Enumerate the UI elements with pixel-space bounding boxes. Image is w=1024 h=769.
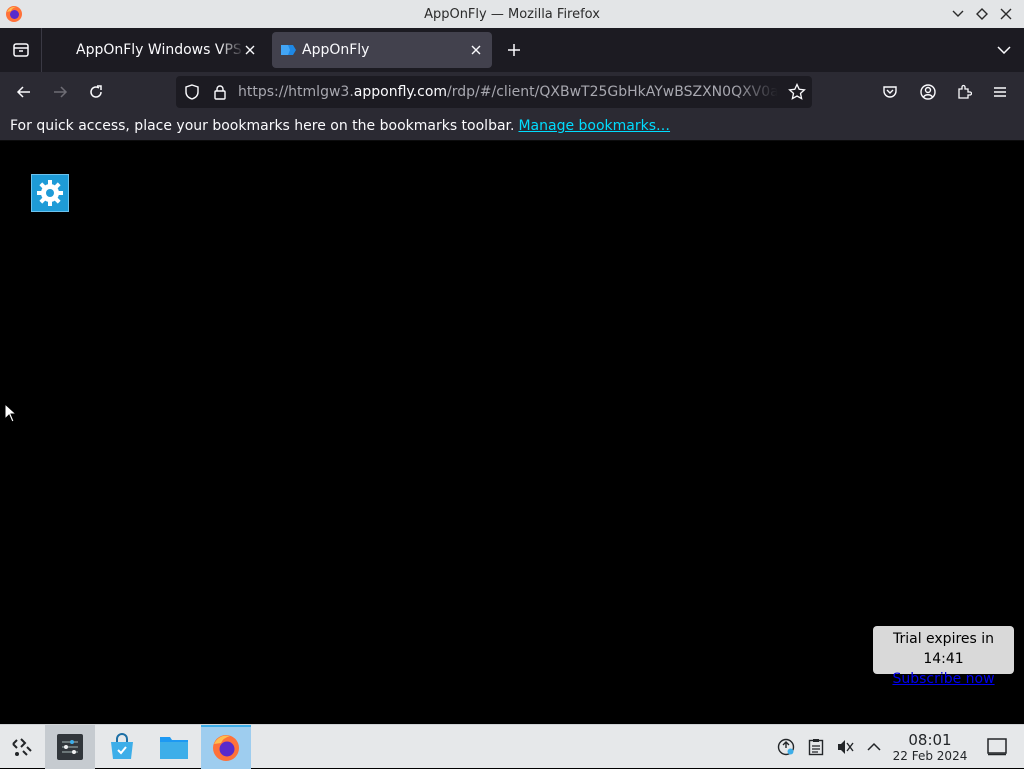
url-suffix: /rdp/#/client/QXBwT25GbHkAYwBSZXN0QXV0a	[447, 84, 778, 100]
chevron-up-icon	[867, 742, 881, 751]
plus-icon	[508, 44, 520, 56]
remote-desktop-canvas[interactable]: Trial expires in 14:41 Subscribe now	[0, 141, 1024, 724]
list-all-tabs-button[interactable]	[992, 40, 1016, 60]
back-arrow-icon	[16, 86, 30, 98]
firefox-view-icon	[12, 43, 29, 57]
back-button[interactable]	[10, 78, 38, 106]
account-button[interactable]	[914, 78, 942, 106]
desktop-taskbar: 08:01 22 Feb 2024	[0, 724, 1024, 769]
firefox-view-button[interactable]	[0, 28, 42, 72]
window-titlebar: AppOnFly — Mozilla Firefox	[0, 0, 1024, 28]
taskbar-system-settings[interactable]	[45, 725, 95, 769]
address-bar[interactable]: https://htmlgw3.apponfly.com/rdp/#/clien…	[176, 76, 812, 108]
new-tab-button[interactable]	[502, 38, 526, 62]
system-settings-icon	[57, 734, 83, 760]
tray-network[interactable]	[776, 737, 796, 757]
manage-bookmarks-link[interactable]: Manage bookmarks…	[518, 118, 670, 134]
tab-label: AppOnFly Windows VPS - (	[76, 42, 244, 58]
close-tab-icon[interactable]	[242, 42, 258, 58]
extensions-button[interactable]	[950, 78, 978, 106]
pocket-icon	[883, 86, 897, 98]
firefox-icon	[6, 6, 22, 22]
url-host: apponfly.com	[353, 84, 448, 100]
tray-expand[interactable]	[864, 737, 884, 757]
network-icon	[777, 738, 795, 756]
window-title: AppOnFly — Mozilla Firefox	[424, 6, 600, 22]
forward-arrow-icon	[54, 86, 68, 98]
clock-time: 08:01	[908, 731, 952, 749]
bookmarks-empty-message: For quick access, place your bookmarks h…	[10, 118, 515, 134]
maximize-button[interactable]	[970, 5, 994, 23]
lock-icon[interactable]	[212, 84, 228, 100]
clock-date: 22 Feb 2024	[892, 749, 968, 763]
url-text[interactable]: https://htmlgw3.apponfly.com/rdp/#/clien…	[238, 84, 778, 100]
firefox-icon	[213, 735, 239, 761]
chevron-down-icon	[997, 46, 1011, 54]
trial-expiry-text: Trial expires in 14:41	[892, 631, 995, 667]
bookmark-star-icon[interactable]	[788, 83, 806, 101]
digital-clock[interactable]: 08:01 22 Feb 2024	[888, 731, 972, 764]
remote-settings-app-icon[interactable]	[31, 174, 69, 212]
reload-button[interactable]	[82, 78, 110, 106]
mouse-cursor-icon	[4, 403, 18, 423]
application-launcher-icon	[12, 738, 32, 756]
hamburger-menu-icon	[994, 87, 1006, 97]
show-desktop-icon[interactable]	[986, 737, 1008, 757]
tray-clipboard[interactable]	[806, 737, 826, 757]
tracking-protection-shield-icon[interactable]	[184, 84, 200, 100]
reload-icon	[90, 85, 102, 98]
file-manager-icon	[160, 737, 188, 759]
discover-store-icon	[111, 733, 133, 759]
tray-volume[interactable]	[835, 737, 855, 757]
gear-icon	[37, 180, 63, 206]
tab-apponfly-vps[interactable]: AppOnFly Windows VPS - (	[58, 32, 266, 68]
pocket-button[interactable]	[876, 78, 904, 106]
trial-notice: Trial expires in 14:41 Subscribe now	[873, 626, 1014, 687]
forward-button[interactable]	[46, 78, 74, 106]
app-menu-button[interactable]	[986, 78, 1014, 106]
tab-label: AppOnFly	[302, 42, 370, 58]
application-launcher-button[interactable]	[0, 725, 44, 769]
volume-muted-icon	[838, 740, 854, 754]
tab-strip: AppOnFly Windows VPS - ( AppOnFly	[0, 28, 1024, 72]
bookmarks-toolbar: For quick access, place your bookmarks h…	[0, 112, 1024, 141]
subscribe-now-link[interactable]: Subscribe now	[873, 669, 1014, 689]
puzzle-piece-icon	[958, 84, 972, 99]
navigation-toolbar: https://htmlgw3.apponfly.com/rdp/#/clien…	[0, 72, 1024, 112]
close-window-button[interactable]	[994, 5, 1018, 23]
account-icon	[920, 84, 936, 100]
taskbar-file-manager[interactable]	[150, 725, 198, 769]
minimize-button[interactable]	[946, 5, 970, 23]
close-tab-icon[interactable]	[468, 42, 484, 58]
url-prefix: https://htmlgw3.	[238, 84, 354, 100]
taskbar-firefox[interactable]	[201, 725, 251, 769]
taskbar-discover[interactable]	[98, 725, 146, 769]
apponfly-favicon-icon	[281, 45, 296, 55]
clipboard-icon	[808, 739, 824, 756]
tab-apponfly[interactable]: AppOnFly	[272, 32, 492, 68]
